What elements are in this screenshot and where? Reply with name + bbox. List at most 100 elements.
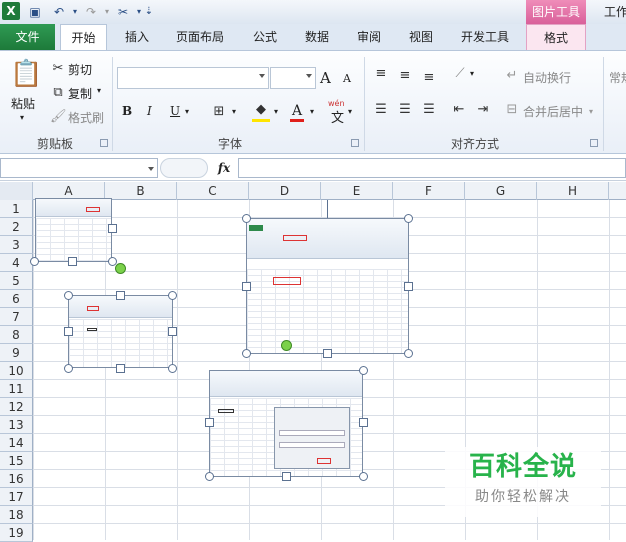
grow-font-button[interactable]: A [320, 69, 331, 87]
paste-button[interactable]: 粘贴 [11, 95, 35, 112]
paste-dropdown-icon[interactable]: ▾ [20, 113, 24, 122]
copy-button[interactable]: 复制 [68, 85, 92, 102]
font-launcher-icon[interactable] [351, 139, 359, 147]
resize-handle[interactable] [404, 282, 413, 291]
column-header[interactable]: G [465, 182, 537, 200]
tab-home[interactable]: 开始 [60, 24, 107, 51]
align-middle-icon[interactable]: ≡ [396, 67, 414, 85]
row-header[interactable]: 13 [0, 416, 33, 434]
screenshot-picture-3[interactable] [246, 218, 409, 354]
screenshot-picture-1[interactable] [35, 198, 112, 262]
resize-handle[interactable] [359, 366, 368, 375]
italic-button[interactable]: I [147, 104, 152, 118]
row-header[interactable]: 3 [0, 236, 33, 254]
resize-handle[interactable] [359, 418, 368, 427]
cut-button[interactable]: 剪切 [68, 61, 92, 78]
resize-handle[interactable] [282, 472, 291, 481]
row-header[interactable]: 8 [0, 326, 33, 344]
tab-file[interactable]: 文件 [0, 24, 55, 50]
column-header[interactable]: B [105, 182, 177, 200]
resize-handle[interactable] [168, 327, 177, 336]
underline-dropdown-icon[interactable]: ▾ [185, 107, 189, 116]
row-header[interactable]: 7 [0, 308, 33, 326]
shrink-font-button[interactable]: A [343, 72, 351, 85]
resize-handle[interactable] [323, 349, 332, 358]
wrap-text-button[interactable]: 自动换行 [523, 69, 571, 86]
resize-handle[interactable] [64, 364, 73, 373]
align-center-icon[interactable]: ☰ [396, 101, 414, 119]
decrease-indent-icon[interactable]: ⇤ [450, 101, 468, 119]
phonetic-button[interactable]: 文 [331, 107, 344, 126]
resize-handle[interactable] [108, 224, 117, 233]
resize-handle[interactable] [168, 364, 177, 373]
bold-button[interactable]: B [122, 104, 132, 118]
row-header[interactable]: 19 [0, 524, 33, 542]
resize-handle[interactable] [68, 257, 77, 266]
row-header[interactable]: 18 [0, 506, 33, 524]
resize-handle[interactable] [64, 291, 73, 300]
resize-handle[interactable] [242, 349, 251, 358]
increase-indent-icon[interactable]: ⇥ [474, 101, 492, 119]
resize-handle[interactable] [404, 214, 413, 223]
row-header[interactable]: 9 [0, 344, 33, 362]
customize-toolbar-icon[interactable]: ⇣ [140, 3, 158, 21]
tab-page-layout[interactable]: 页面布局 [167, 24, 233, 50]
font-size-combo[interactable] [270, 67, 316, 89]
resize-handle[interactable] [242, 214, 251, 223]
cut-icon[interactable]: ✂ [50, 60, 66, 78]
phonetic-dropdown-icon[interactable]: ▾ [348, 107, 352, 116]
font-color-button[interactable]: A [290, 103, 304, 122]
row-header[interactable]: 10 [0, 362, 33, 380]
font-name-combo[interactable] [117, 67, 269, 89]
row-header[interactable]: 1 [0, 200, 33, 218]
tab-data[interactable]: 数据 [294, 24, 340, 50]
resize-handle[interactable] [359, 472, 368, 481]
row-header[interactable]: 17 [0, 488, 33, 506]
row-header[interactable]: 15 [0, 452, 33, 470]
fill-color-dropdown-icon[interactable]: ▾ [274, 107, 278, 116]
copy-dropdown-icon[interactable]: ▾ [97, 86, 101, 95]
merge-center-icon[interactable]: ⊟ [503, 101, 521, 119]
row-header[interactable]: 5 [0, 272, 33, 290]
screenshot-picture-4[interactable] [209, 370, 363, 477]
tab-formulas[interactable]: 公式 [240, 24, 290, 50]
column-header[interactable]: E [321, 182, 393, 200]
row-header[interactable]: 14 [0, 434, 33, 452]
orientation-icon[interactable]: ⟋ [450, 65, 470, 83]
resize-handle[interactable] [205, 472, 214, 481]
resize-handle[interactable] [242, 282, 251, 291]
column-header[interactable]: D [249, 182, 321, 200]
tab-insert[interactable]: 插入 [115, 24, 159, 50]
alignment-launcher-icon[interactable] [590, 139, 598, 147]
rotate-handle[interactable] [281, 340, 292, 351]
align-top-icon[interactable]: ≡ [372, 65, 390, 83]
clipboard-launcher-icon[interactable] [100, 139, 108, 147]
orientation-dropdown-icon[interactable]: ▾ [470, 69, 474, 78]
wrap-text-icon[interactable]: ↵ [503, 67, 521, 85]
format-painter-button[interactable]: 格式刷 [68, 109, 104, 126]
column-header[interactable]: H [537, 182, 609, 200]
borders-icon[interactable]: ⊞ [210, 103, 228, 121]
row-header[interactable]: 6 [0, 290, 33, 308]
borders-dropdown-icon[interactable]: ▾ [232, 107, 236, 116]
resize-handle[interactable] [205, 418, 214, 427]
merge-center-button[interactable]: 合并后居中 [523, 103, 583, 120]
paste-icon[interactable]: 📋 [10, 59, 42, 89]
copy-icon[interactable]: ⧉ [50, 84, 66, 102]
align-left-icon[interactable]: ☰ [372, 101, 390, 119]
row-header[interactable]: 16 [0, 470, 33, 488]
resize-handle[interactable] [404, 349, 413, 358]
tab-format[interactable]: 格式 [526, 24, 586, 51]
row-header[interactable]: 4 [0, 254, 33, 272]
number-format-combo[interactable]: 常规 [609, 69, 626, 86]
merge-dropdown-icon[interactable]: ▾ [589, 107, 593, 116]
resize-handle[interactable] [116, 364, 125, 373]
formula-input[interactable] [238, 158, 626, 178]
row-header[interactable]: 12 [0, 398, 33, 416]
fill-color-icon[interactable]: ◆ [252, 101, 270, 122]
insert-function-button[interactable]: fx [212, 158, 236, 178]
save-icon[interactable]: ▣ [26, 3, 44, 21]
resize-handle[interactable] [168, 291, 177, 300]
row-header[interactable]: 2 [0, 218, 33, 236]
row-header[interactable]: 11 [0, 380, 33, 398]
